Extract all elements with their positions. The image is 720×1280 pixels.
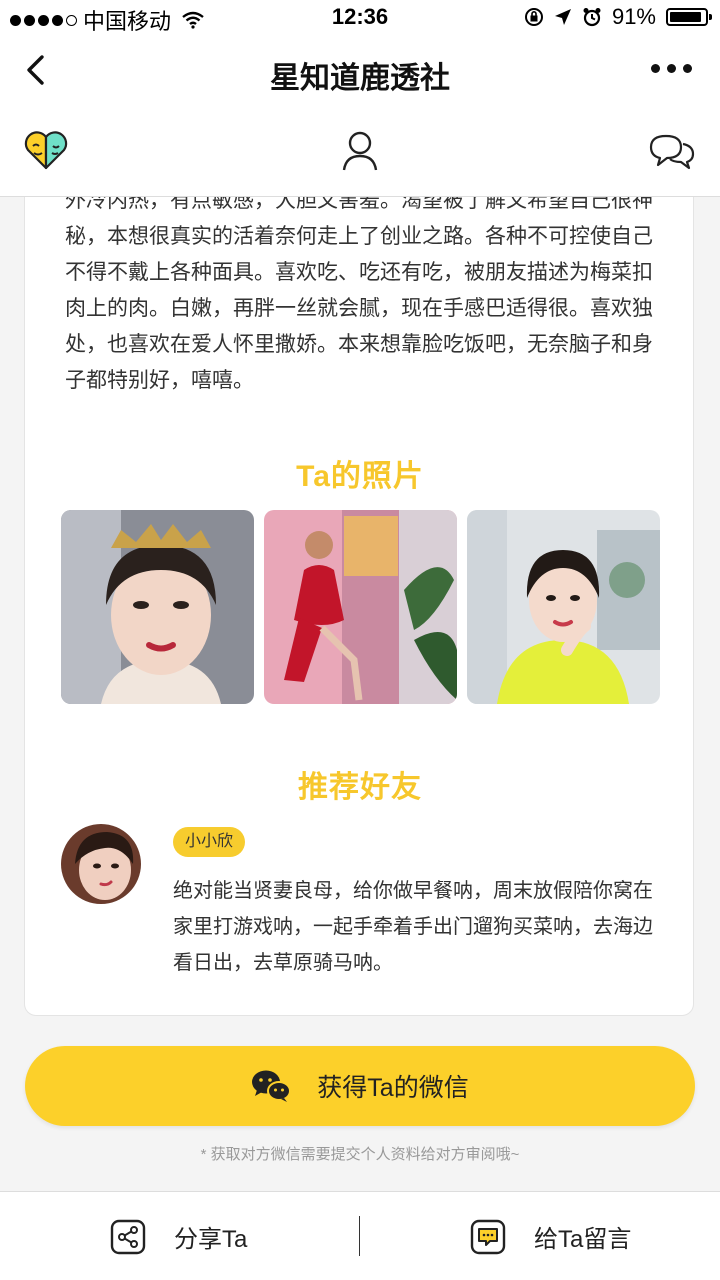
friend-name-tag[interactable]: 小小欣 (173, 827, 246, 857)
wechat-note: * 获取对方微信需要提交个人资料给对方审阅哦~ (200, 1146, 520, 1163)
share-icon (110, 1219, 146, 1254)
friend-avatar[interactable] (61, 824, 141, 904)
message-icon (470, 1219, 506, 1254)
nav-bar: 星知道鹿透社 (0, 34, 720, 108)
friend-description: 绝对能当贤妻良母，给你做早餐呐，周末放假陪你窝在家里打游戏呐，一起手牵着手出门遛… (173, 880, 653, 974)
match-heart-icon[interactable] (24, 130, 68, 170)
bottom-divider (359, 1216, 360, 1256)
photo-gallery (61, 510, 660, 704)
bottom-action-bar: 分享Ta 给Ta留言 (0, 1191, 720, 1280)
page-title: 星知道鹿透社 (270, 62, 450, 95)
user-profile-icon[interactable] (341, 130, 379, 172)
profile-page: 中国移动 12:36 91% 星知道鹿透社 外冷内热，有点敏感，大胆又害羞。渴望… (0, 0, 720, 1280)
photo-thumbnail[interactable] (61, 510, 254, 704)
alarm-icon (583, 8, 601, 27)
profile-tab-row (0, 108, 720, 197)
get-wechat-label: 获得Ta的微信 (317, 1074, 469, 1102)
status-bar: 中国移动 12:36 91% (0, 0, 720, 34)
share-button[interactable]: 分享Ta (110, 1192, 247, 1280)
rotation-lock-icon (524, 8, 543, 26)
leave-message-label: 给Ta留言 (534, 1226, 632, 1253)
recommend-section-title: 推荐好友 (298, 771, 422, 804)
photo-thumbnail[interactable] (264, 510, 457, 704)
profile-bio: 外冷内热，有点敏感，大胆又害羞。渴望被了解又希望自己很神秘，本想很真实的活着奈何… (65, 197, 653, 392)
location-icon (554, 9, 571, 25)
photo-thumbnail[interactable] (467, 510, 660, 704)
more-options-icon[interactable] (651, 64, 692, 73)
share-label: 分享Ta (174, 1226, 248, 1253)
photos-section-title: Ta的照片 (296, 460, 424, 493)
chat-bubbles-icon[interactable] (648, 130, 696, 172)
battery-icon (666, 8, 712, 26)
leave-message-button[interactable]: 给Ta留言 (470, 1192, 631, 1280)
get-wechat-button[interactable]: 获得Ta的微信 (25, 1046, 695, 1126)
wechat-icon (252, 1070, 292, 1102)
battery-percent: 91% (611, 4, 656, 29)
profile-card: 外冷内热，有点敏感，大胆又害羞。渴望被了解又希望自己很神秘，本想很真实的活着奈何… (24, 197, 694, 1016)
